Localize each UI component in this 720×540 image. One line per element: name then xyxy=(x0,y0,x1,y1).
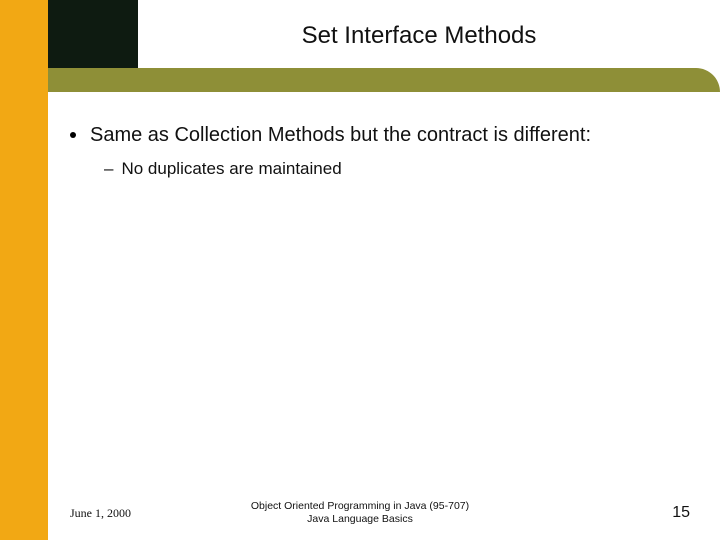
footer-center: Object Oriented Programming in Java (95-… xyxy=(200,500,520,526)
footer-date: June 1, 2000 xyxy=(70,506,131,521)
footer-subtitle: Java Language Basics xyxy=(200,513,520,526)
footer-page-number: 15 xyxy=(672,504,690,522)
bullet-text: Same as Collection Methods but the contr… xyxy=(90,122,591,148)
header-dark-block xyxy=(48,0,138,68)
bullet-item: Same as Collection Methods but the contr… xyxy=(70,122,690,148)
header-olive-bar xyxy=(48,68,720,92)
slide-title: Set Interface Methods xyxy=(138,22,700,50)
bullet-icon xyxy=(70,132,76,138)
accent-stripe xyxy=(0,0,48,540)
footer-course: Object Oriented Programming in Java (95-… xyxy=(200,500,520,513)
slide-content: Same as Collection Methods but the contr… xyxy=(70,122,690,180)
dash-icon: – xyxy=(104,158,113,180)
sub-bullet-text: No duplicates are maintained xyxy=(121,158,341,180)
sub-bullet-item: – No duplicates are maintained xyxy=(104,158,690,180)
